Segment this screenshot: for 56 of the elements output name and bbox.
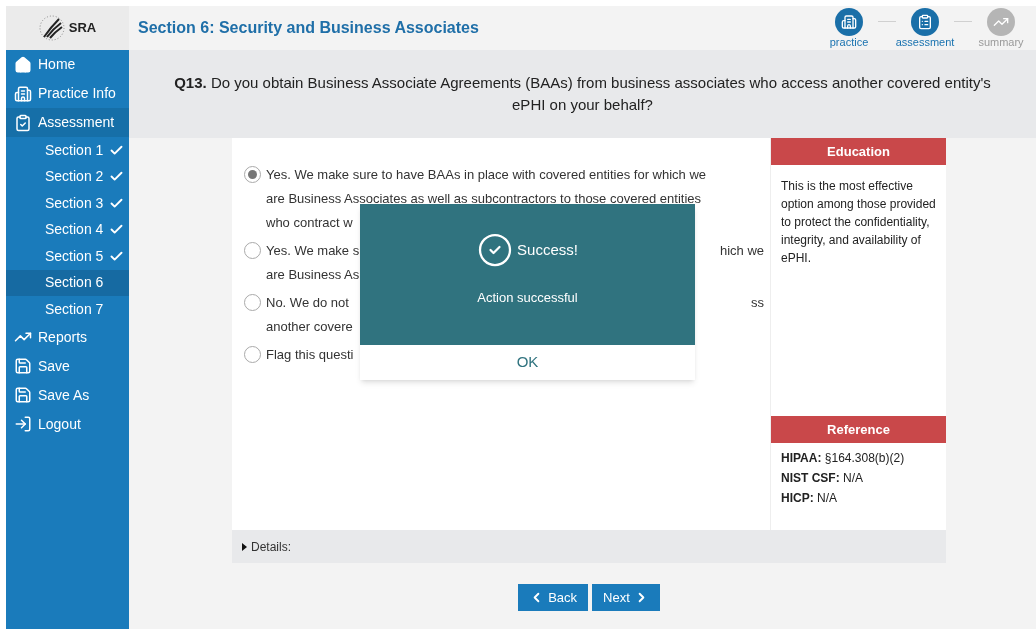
education-text: This is the most effective option among those provided to protect the confidentiality, integrity, and availability of ePHI.	[780, 178, 937, 267]
sidebar-item[interactable]: Save	[6, 351, 129, 381]
reference-text: HICP: N/A	[781, 490, 839, 507]
save-icon	[14, 386, 32, 404]
option-text: Flag this questi	[266, 346, 354, 364]
question-text: Q13. Do you obtain Business Associate Agreements (BAAs) from business associates who access another covered entity's ePHI on your behalf?	[173, 73, 992, 115]
radio-button[interactable]	[244, 166, 261, 183]
nav-button[interactable]: Next	[592, 584, 660, 611]
progress-step[interactable]: summary	[972, 7, 1030, 49]
dialog-title: Success!	[517, 239, 578, 260]
sidebar-item[interactable]: Section 2	[6, 163, 129, 190]
sidebar-item[interactable]: Section 7	[6, 296, 129, 323]
option-text: who contract w	[266, 214, 353, 232]
option-text: No. We do not	[266, 294, 349, 312]
logo: SRA	[6, 6, 129, 50]
sidebar-item[interactable]: Home	[6, 50, 129, 79]
radio-button[interactable]	[244, 294, 261, 311]
option-text: are Business As	[266, 266, 360, 284]
sidebar-item[interactable]: Save As	[6, 380, 129, 410]
option-text: are Business Associates as well as subcontractors to those covered entities	[266, 190, 701, 208]
caret-icon	[242, 542, 247, 551]
panel-header: Education	[771, 138, 946, 165]
option-text: ss	[751, 294, 764, 312]
radio-button[interactable]	[244, 242, 261, 259]
panel-header: Reference	[771, 416, 946, 443]
option-text: Yes. We make s	[266, 242, 360, 260]
page-title: Section 6: Security and Business Associates	[138, 18, 480, 38]
sidebar-item[interactable]: Section 1	[6, 137, 129, 164]
clipboard-icon	[14, 113, 32, 132]
logout-icon	[14, 415, 32, 433]
sidebar-item[interactable]: Section 5	[6, 243, 129, 270]
option-text: Yes. We make sure to have BAAs in place with covered entities for which we	[266, 166, 707, 184]
details-toggle[interactable]: Details:	[232, 530, 946, 563]
checklist-icon	[917, 13, 933, 30]
option-text: another covere	[266, 318, 353, 336]
sidebar-item[interactable]: Assessment	[6, 108, 129, 137]
nav-button[interactable]: Back	[518, 584, 589, 611]
building-icon	[841, 13, 857, 30]
sidebar-item[interactable]: Section 6	[6, 269, 129, 296]
sidebar-item[interactable]: Section 4	[6, 216, 129, 243]
check-circle-icon	[477, 232, 514, 268]
sidebar-item[interactable]: Reports	[6, 322, 129, 352]
reference-text: NIST CSF: N/A	[781, 470, 865, 487]
dialog-message: Action successful	[477, 289, 578, 307]
option-text: hich we	[719, 242, 764, 260]
sidebar-item[interactable]: Section 3	[6, 190, 129, 217]
radio-button[interactable]	[244, 346, 261, 363]
progress-step[interactable]: assessment	[896, 7, 954, 49]
sidebar-item[interactable]: Logout	[6, 409, 129, 439]
sidebar-item[interactable]: Practice Info	[6, 79, 129, 108]
reference-text: HIPAA: §164.308(b)(2)	[781, 450, 906, 467]
home-icon	[14, 55, 32, 74]
ok-button[interactable]: OK	[360, 345, 695, 380]
progress-step[interactable]: practice	[820, 7, 878, 49]
save-icon	[14, 357, 32, 375]
building-icon	[14, 84, 32, 103]
